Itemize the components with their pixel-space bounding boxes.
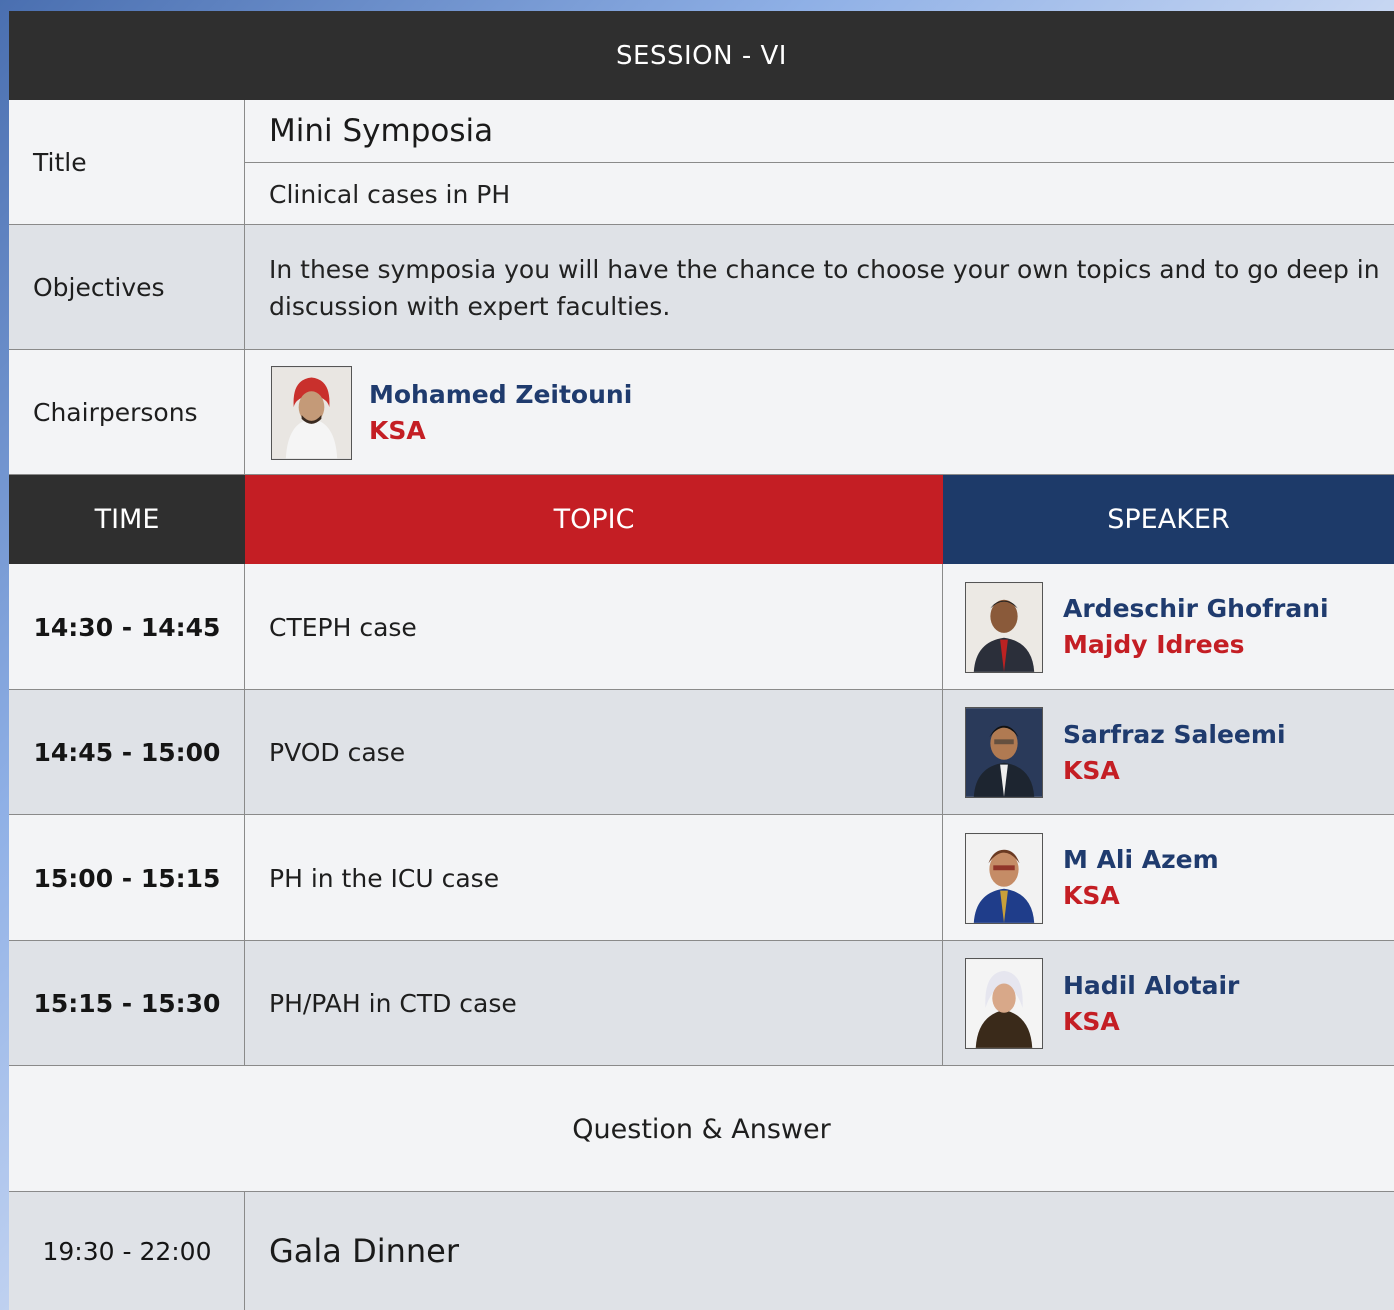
title-row: Title Mini Symposia Clinical cases in PH	[9, 100, 1394, 225]
chairperson-country: KSA	[369, 415, 426, 445]
speaker-photo	[965, 832, 1043, 924]
speaker-name: Ardeschir Ghofrani	[1063, 594, 1329, 623]
header-time: TIME	[9, 475, 245, 564]
row-time: 14:45 - 15:00	[33, 738, 221, 767]
row-time: 14:30 - 14:45	[33, 612, 221, 642]
title-label: Title	[33, 148, 87, 177]
row-topic: PH/PAH in CTD case	[269, 989, 517, 1018]
speaker-name: M Ali Azem	[1063, 845, 1219, 874]
title-sub: Clinical cases in PH	[269, 179, 511, 209]
dinner-time: 19:30 - 22:00	[42, 1236, 212, 1266]
objectives-text: In these symposia you will have the chan…	[269, 254, 1380, 321]
row-speaker: M Ali Azem KSA	[943, 815, 1394, 941]
objectives-row: Objectives In these symposia you will ha…	[9, 225, 1394, 350]
row-speaker: Sarfraz Saleemi KSA	[943, 690, 1394, 815]
speaker-sub: Majdy Idrees	[1063, 630, 1245, 659]
speaker-name: Hadil Alotair	[1063, 970, 1240, 1000]
speaker-photo	[965, 581, 1043, 673]
session-title: SESSION - VI	[616, 40, 787, 71]
dinner-row: 19:30 - 22:00 Gala Dinner	[9, 1192, 1394, 1310]
row-speaker: Hadil Alotair KSA	[943, 941, 1394, 1066]
qa-row: Question & Answer	[9, 1066, 1394, 1192]
chairperson-photo	[271, 365, 352, 460]
row-time: 15:00 - 15:15	[33, 863, 221, 893]
dinner-label: Gala Dinner	[269, 1232, 460, 1270]
table-row: 15:15 - 15:30 PH/PAH in CTD case Hadil A…	[9, 941, 1394, 1066]
chairpersons-label: Chairpersons	[33, 398, 198, 427]
session-header: SESSION - VI	[9, 11, 1394, 100]
table-row: 14:45 - 15:00 PVOD case Sarfraz Saleemi …	[9, 690, 1394, 815]
speaker-name: Sarfraz Saleemi	[1063, 719, 1286, 749]
speaker-photo	[965, 958, 1043, 1049]
qa-label: Question & Answer	[572, 1113, 831, 1145]
table-row: 14:30 - 14:45 CTEPH case Ardeschir Ghofr…	[9, 564, 1394, 690]
row-time: 15:15 - 15:30	[33, 989, 221, 1018]
table-row: 15:00 - 15:15 PH in the ICU case M Ali A…	[9, 815, 1394, 941]
session-card: SESSION - VI Title Mini Symposia Clinica…	[9, 11, 1394, 1310]
row-topic: PH in the ICU case	[269, 863, 500, 893]
table-header: TIME TOPIC SPEAKER	[9, 475, 1394, 564]
objectives-label: Objectives	[33, 273, 165, 302]
chairperson-name: Mohamed Zeitouni	[369, 379, 633, 409]
title-main: Mini Symposia	[269, 113, 494, 149]
header-speaker: SPEAKER	[943, 475, 1394, 564]
chairperson-text: Mohamed Zeitouni KSA	[369, 377, 632, 449]
header-topic: TOPIC	[245, 475, 943, 564]
speaker-sub: KSA	[1063, 1006, 1120, 1036]
speaker-sub: KSA	[1063, 755, 1120, 785]
row-topic: CTEPH case	[269, 612, 417, 642]
chairpersons-row: Chairpersons Mohamed Zeitouni KSA	[9, 350, 1394, 475]
speaker-sub: KSA	[1063, 881, 1120, 910]
row-topic: PVOD case	[269, 738, 406, 767]
row-speaker: Ardeschir Ghofrani Majdy Idrees	[943, 564, 1394, 690]
speaker-photo	[965, 707, 1043, 798]
chairperson-card: Mohamed Zeitouni KSA	[245, 350, 632, 475]
